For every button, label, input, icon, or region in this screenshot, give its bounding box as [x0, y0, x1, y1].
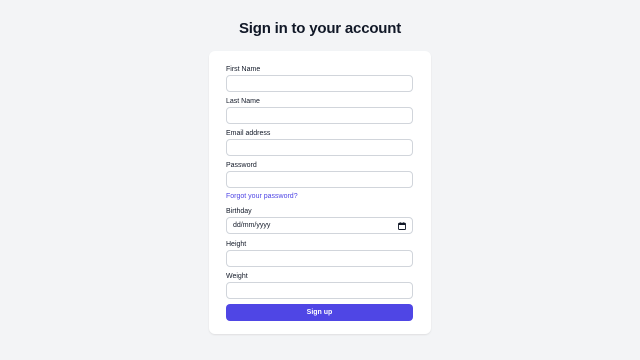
height-label: Height: [226, 241, 247, 248]
calendar-icon[interactable]: [398, 221, 406, 230]
birthday-input[interactable]: dd/mm/yyyy: [226, 217, 413, 234]
height-input[interactable]: [226, 250, 413, 267]
last-name-label: Last Name: [226, 98, 260, 105]
last-name-input[interactable]: [226, 107, 413, 124]
password-input[interactable]: [226, 171, 413, 188]
first-name-input[interactable]: [226, 75, 413, 92]
signup-card: First Name Last Name Email address Passw…: [209, 51, 431, 334]
weight-label: Weight: [226, 273, 248, 280]
forgot-password-link[interactable]: Forgot your password?: [226, 193, 298, 200]
sign-up-button[interactable]: Sign up: [226, 304, 413, 321]
birthday-label: Birthday: [226, 208, 252, 215]
password-label: Password: [226, 162, 257, 169]
email-input[interactable]: [226, 139, 413, 156]
page-title: Sign in to your account: [238, 20, 402, 37]
birthday-placeholder: dd/mm/yyyy: [233, 222, 271, 229]
email-label: Email address: [226, 130, 271, 137]
first-name-label: First Name: [226, 66, 261, 73]
weight-input[interactable]: [226, 282, 413, 299]
